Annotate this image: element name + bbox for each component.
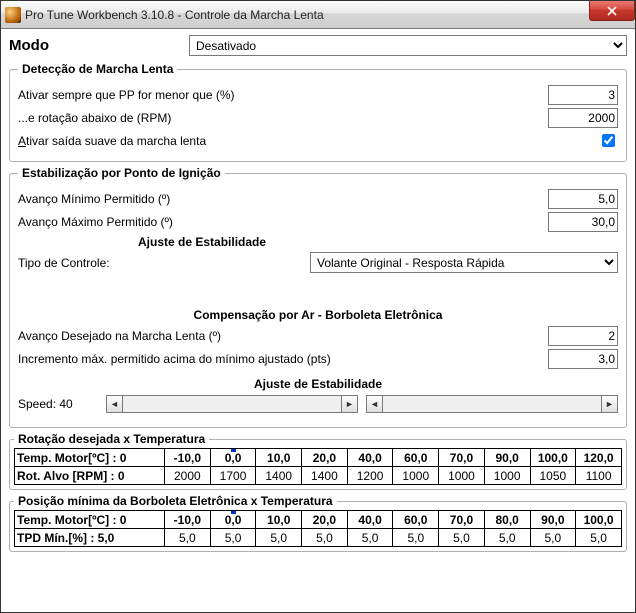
rpm-threshold-label: ...e rotação abaixo de (RPM)	[18, 111, 171, 125]
table-row-header: Rot. Alvo [RPM] : 0	[15, 467, 165, 485]
mode-select[interactable]: Desativado	[189, 35, 627, 56]
table-header-cell[interactable]: 90,0	[530, 511, 576, 529]
table-header-cell[interactable]: 70,0	[439, 511, 485, 529]
adv-min-line: Avanço Mínimo Permitido (º)	[18, 189, 618, 209]
table-header-cell[interactable]: 40,0	[347, 449, 393, 467]
window-title: Pro Tune Workbench 3.10.8 - Controle da …	[25, 8, 324, 22]
table-cell[interactable]: 1700	[210, 467, 256, 485]
table-header-cell[interactable]: 100,0	[530, 449, 576, 467]
soft-exit-label: Ativar saída suave da marcha lenta	[18, 134, 206, 148]
table-cell[interactable]: 5,0	[256, 529, 302, 547]
table-header-cell[interactable]: 60,0	[393, 449, 439, 467]
table-cell[interactable]: 5,0	[165, 529, 211, 547]
adv-max-input[interactable]	[548, 212, 618, 232]
table-cell[interactable]: 5,0	[439, 529, 485, 547]
table-cell[interactable]: 5,0	[210, 529, 256, 547]
speed-row: Speed: 40 ◄ ► ◄ ►	[18, 395, 618, 413]
close-button[interactable]	[589, 1, 635, 21]
pp-threshold-label: Ativar sempre que PP for menor que (%)	[18, 88, 235, 102]
desired-adv-input[interactable]	[548, 326, 618, 346]
air-stab-subtitle: Ajuste de Estabilidade	[18, 377, 618, 391]
table-cell[interactable]: 1000	[484, 467, 530, 485]
titlebar: Pro Tune Workbench 3.10.8 - Controle da …	[1, 1, 635, 29]
speed-label: Speed: 40	[18, 397, 98, 411]
table-cell[interactable]: 1000	[439, 467, 485, 485]
table-cell[interactable]: 1400	[302, 467, 348, 485]
arrow-left-icon[interactable]: ◄	[366, 395, 383, 413]
app-icon	[5, 7, 21, 23]
table-row-header: TPD Mín.[%] : 5,0	[15, 529, 165, 547]
client-area: Modo Desativado Detecção de Marcha Lenta…	[1, 29, 635, 612]
control-type-select[interactable]: Volante Original - Resposta Rápida	[310, 252, 618, 273]
speed-scroll-1[interactable]: ◄ ►	[106, 395, 358, 413]
arrow-left-icon[interactable]: ◄	[106, 395, 123, 413]
arrow-right-icon[interactable]: ►	[601, 395, 618, 413]
adv-max-line: Avanço Máximo Permitido (º)	[18, 212, 618, 232]
rpm-temp-legend: Rotação desejada x Temperatura	[14, 432, 209, 446]
table-cell[interactable]: 5,0	[576, 529, 622, 547]
table-header-cell[interactable]: 20,0	[302, 511, 348, 529]
tpd-temp-legend: Posição mínima da Borboleta Eletrônica x…	[14, 494, 337, 508]
rpm-temp-group: Rotação desejada x Temperatura Temp. Mot…	[9, 432, 627, 490]
table-row-header: Temp. Motor[ºC] : 0	[15, 511, 165, 529]
desired-adv-label: Avanço Desejado na Marcha Lenta (º)	[18, 329, 221, 343]
control-type-line: Tipo de Controle: Volante Original - Res…	[18, 252, 618, 273]
max-inc-input[interactable]	[548, 349, 618, 369]
mode-row: Modo Desativado	[9, 35, 627, 56]
adv-min-label: Avanço Mínimo Permitido (º)	[18, 192, 170, 206]
table-header-cell[interactable]: 40,0	[347, 511, 393, 529]
table-header-cell[interactable]: 60,0	[393, 511, 439, 529]
spark-stab-subtitle: Ajuste de Estabilidade	[138, 235, 618, 249]
table-header-cell[interactable]: 90,0	[484, 449, 530, 467]
tpd-temp-group: Posição mínima da Borboleta Eletrônica x…	[9, 494, 627, 552]
table-cell[interactable]: 2000	[165, 467, 211, 485]
table-header-cell[interactable]: 10,0	[256, 511, 302, 529]
table-cell[interactable]: 5,0	[302, 529, 348, 547]
table-cell[interactable]: 5,0	[484, 529, 530, 547]
table-header-cell[interactable]: 20,0	[302, 449, 348, 467]
table-header-cell[interactable]: 70,0	[439, 449, 485, 467]
table-header-cell[interactable]: 120,0	[576, 449, 622, 467]
speed-scroll-2[interactable]: ◄ ►	[366, 395, 618, 413]
app-window: Pro Tune Workbench 3.10.8 - Controle da …	[0, 0, 636, 613]
table-cell[interactable]: 1200	[347, 467, 393, 485]
table-header-cell[interactable]: 0,0	[210, 449, 256, 467]
rpm-threshold-input[interactable]	[548, 108, 618, 128]
arrow-right-icon[interactable]: ►	[341, 395, 358, 413]
table-cell[interactable]: 1050	[530, 467, 576, 485]
table-row-header: Temp. Motor[ºC] : 0	[15, 449, 165, 467]
table-header-cell[interactable]: -10,0	[165, 449, 211, 467]
table-header-cell[interactable]: 80,0	[484, 511, 530, 529]
control-type-label: Tipo de Controle:	[18, 256, 310, 270]
table-header-cell[interactable]: 10,0	[256, 449, 302, 467]
tpd-temp-table[interactable]: Temp. Motor[ºC] : 0-10,00,010,020,040,06…	[14, 510, 622, 547]
max-inc-label: Incremento máx. permitido acima do mínim…	[18, 352, 331, 366]
table-header-cell[interactable]: 100,0	[576, 511, 622, 529]
close-icon	[607, 6, 617, 16]
table-cell[interactable]: 5,0	[530, 529, 576, 547]
adv-min-input[interactable]	[548, 189, 618, 209]
rpm-temp-table[interactable]: Temp. Motor[ºC] : 0-10,00,010,020,040,06…	[14, 448, 622, 485]
max-inc-line: Incremento máx. permitido acima do mínim…	[18, 349, 618, 369]
idle-detect-group: Detecção de Marcha Lenta Ativar sempre q…	[9, 62, 627, 162]
pp-threshold-input[interactable]	[548, 85, 618, 105]
air-comp-title: Compensação por Ar - Borboleta Eletrônic…	[18, 308, 618, 322]
mode-label: Modo	[9, 37, 189, 54]
table-cell[interactable]: 1100	[576, 467, 622, 485]
adv-max-label: Avanço Máximo Permitido (º)	[18, 215, 173, 229]
table-header-cell[interactable]: -10,0	[165, 511, 211, 529]
desired-adv-line: Avanço Desejado na Marcha Lenta (º)	[18, 326, 618, 346]
table-cell[interactable]: 1400	[256, 467, 302, 485]
table-cell[interactable]: 1000	[393, 467, 439, 485]
table-header-cell[interactable]: 0,0	[210, 511, 256, 529]
spark-stab-legend: Estabilização por Ponto de Ignição	[18, 166, 225, 180]
table-cell[interactable]: 5,0	[393, 529, 439, 547]
soft-exit-line: Ativar saída suave da marcha lenta	[18, 131, 618, 150]
table-cell[interactable]: 5,0	[347, 529, 393, 547]
soft-exit-checkbox[interactable]	[602, 134, 615, 147]
rpm-threshold-line: ...e rotação abaixo de (RPM)	[18, 108, 618, 128]
spark-stab-group: Estabilização por Ponto de Ignição Avanç…	[9, 166, 627, 428]
idle-detect-legend: Detecção de Marcha Lenta	[18, 62, 177, 76]
pp-threshold-line: Ativar sempre que PP for menor que (%)	[18, 85, 618, 105]
